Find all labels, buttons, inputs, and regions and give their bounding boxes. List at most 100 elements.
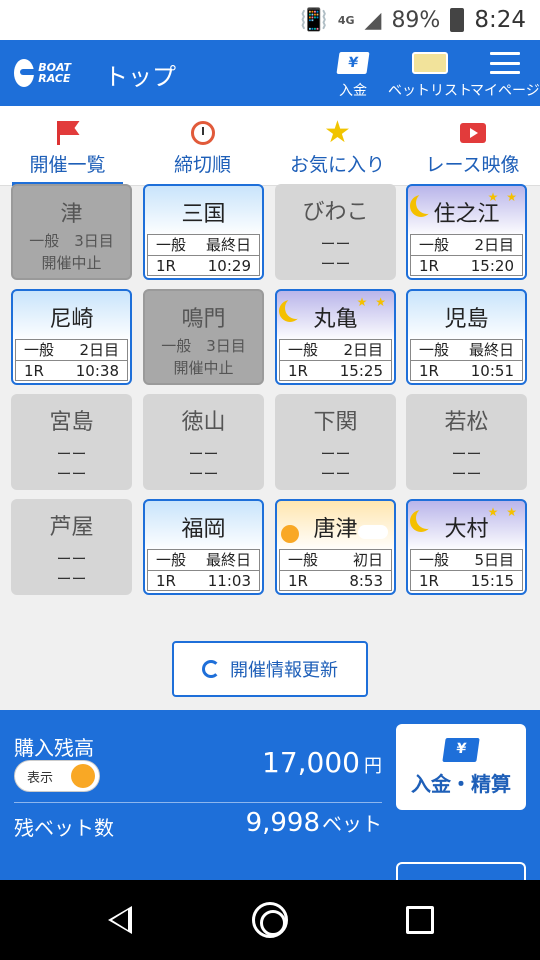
back-icon[interactable] bbox=[108, 906, 132, 934]
venue-dash: ーー bbox=[188, 445, 219, 463]
venue-info: 一般 最終日 1R 11:03 bbox=[147, 549, 260, 591]
venue-no-race: ーー ーー bbox=[11, 444, 132, 484]
venue-no-race: ーー ーー bbox=[11, 549, 132, 589]
venue-name: 宮島 bbox=[49, 410, 94, 435]
bet-list-icon bbox=[412, 52, 448, 74]
venue-dash: ーー bbox=[56, 550, 87, 568]
venue-info: 一般 2日目 1R 15:25 bbox=[279, 339, 392, 381]
venue-race: 1R bbox=[24, 362, 44, 380]
venue-name: 児島 bbox=[444, 307, 489, 332]
venue-day: 5日目 bbox=[474, 551, 514, 569]
tab-bar: 開催一覧 締切順 ★ お気に入り レース映像 bbox=[0, 106, 540, 186]
venue-day: 最終日 bbox=[205, 236, 251, 254]
refresh-info-button[interactable]: 開催情報更新 bbox=[172, 641, 368, 697]
venue-card[interactable]: 津一般 3日目 開催中止 bbox=[11, 184, 132, 280]
venue-no-race: ーー ーー bbox=[406, 444, 527, 484]
venue-card[interactable]: ★ ★ 大村 一般 5日目 1R 15:15 bbox=[406, 499, 527, 595]
venue-status: 一般 3日目 開催中止 bbox=[13, 230, 130, 274]
tab-schedule[interactable]: 開催一覧 bbox=[0, 106, 135, 186]
vibrate-icon: 📳 bbox=[300, 7, 328, 33]
venue-name: 津 bbox=[60, 202, 83, 227]
venue-name: 若松 bbox=[444, 410, 489, 435]
video-icon bbox=[459, 123, 486, 143]
venue-time: 10:38 bbox=[75, 362, 119, 380]
balance-label: 購入残高 bbox=[14, 736, 94, 760]
balance-value: 17,000 bbox=[262, 746, 360, 779]
clock: 8:24 bbox=[474, 7, 526, 33]
venue-time: 8:53 bbox=[349, 572, 383, 590]
venue-day: 最終日 bbox=[468, 341, 514, 359]
alarm-clock-icon bbox=[190, 121, 215, 145]
venue-day: 3日目 bbox=[74, 232, 114, 250]
venue-dash: ーー bbox=[320, 465, 351, 483]
bets-unit: ベット bbox=[322, 812, 382, 836]
tab-favorites[interactable]: ★ お気に入り bbox=[270, 106, 405, 186]
venue-grade: 一般 bbox=[161, 337, 192, 355]
venue-grade: 一般 bbox=[24, 341, 55, 359]
venue-name: 福岡 bbox=[181, 517, 226, 542]
page-title: トップ bbox=[104, 63, 176, 91]
venue-info: 一般 最終日 1R 10:51 bbox=[410, 339, 523, 381]
venue-race: 1R bbox=[419, 362, 439, 380]
venue-note: 開催中止 bbox=[41, 254, 102, 272]
venue-time: 15:20 bbox=[470, 257, 514, 275]
star-icon: ★ bbox=[324, 115, 351, 150]
venue-race: 1R bbox=[288, 362, 308, 380]
panel-divider bbox=[14, 802, 382, 803]
boatrace-logo[interactable]: BOAT RACE bbox=[14, 58, 88, 88]
venue-card[interactable]: 児島 一般 最終日 1R 10:51 bbox=[406, 289, 527, 385]
venue-no-race: ーー ーー bbox=[275, 444, 396, 484]
venue-card[interactable]: 唐津 一般 初日 1R 8:53 bbox=[275, 499, 396, 595]
venue-card: 下関 ーー ーー bbox=[275, 394, 396, 490]
menu-icon bbox=[489, 52, 520, 74]
venue-card[interactable]: 鳴門 一般 3日目 開催中止 bbox=[143, 289, 264, 385]
venue-name: 丸亀 bbox=[313, 307, 358, 332]
tab-race-video[interactable]: レース映像 bbox=[405, 106, 540, 186]
tab-label: 締切順 bbox=[173, 154, 231, 176]
balance-amount: 17,000 円 bbox=[262, 746, 382, 779]
venue-name: 芦屋 bbox=[49, 515, 94, 540]
venue-card[interactable]: 福岡一般 最終日 1R 11:03 bbox=[143, 499, 264, 595]
venue-dash: ーー bbox=[56, 445, 87, 463]
venue-card[interactable]: ★ ★ 丸亀 一般 2日目 1R 15:25 bbox=[275, 289, 396, 385]
venue-day: 初日 bbox=[352, 551, 383, 569]
venue-grade: 一般 bbox=[156, 551, 187, 569]
tab-deadline[interactable]: 締切順 bbox=[135, 106, 270, 186]
venue-info: 一般 最終日 1R 10:29 bbox=[147, 234, 260, 276]
mypage-action[interactable]: マイページ bbox=[470, 48, 540, 100]
venue-name: 三国 bbox=[181, 202, 226, 227]
toggle-knob bbox=[71, 764, 95, 788]
bet-list-action[interactable]: ベットリスト bbox=[388, 48, 472, 100]
venue-race: 1R bbox=[419, 572, 439, 590]
mypage-action-label: マイページ bbox=[470, 83, 540, 99]
venue-card[interactable]: 三国一般 最終日 1R 10:29 bbox=[143, 184, 264, 280]
yen-ticket-icon: ¥ bbox=[336, 52, 370, 74]
deposit-action[interactable]: ¥ 入金 bbox=[336, 48, 370, 100]
venue-grade: 一般 bbox=[156, 236, 187, 254]
venue-dash: ーー bbox=[320, 445, 351, 463]
venue-grade: 一般 bbox=[288, 551, 319, 569]
venue-dash: ーー bbox=[56, 465, 87, 483]
signal-label: 4G bbox=[337, 13, 355, 27]
venue-card[interactable]: ★ ★ 住之江 一般 2日目 1R 15:20 bbox=[406, 184, 527, 280]
bets-label: 残ベット数 bbox=[14, 816, 114, 840]
venue-time: 10:29 bbox=[207, 257, 251, 275]
venue-race: 1R bbox=[156, 572, 176, 590]
venue-name: 徳山 bbox=[181, 410, 226, 435]
balance-visibility-toggle[interactable]: 表示 bbox=[14, 760, 100, 792]
venue-race: 1R bbox=[156, 257, 176, 275]
recent-apps-icon[interactable] bbox=[406, 906, 434, 934]
logo-text: BOAT RACE bbox=[38, 61, 71, 85]
system-nav-bar bbox=[0, 880, 540, 960]
deposit-action-label: 入金 bbox=[339, 83, 367, 99]
deposit-settle-label: 入金・精算 bbox=[411, 771, 511, 796]
venue-card: 宮島 ーー ーー bbox=[11, 394, 132, 490]
home-icon[interactable] bbox=[252, 902, 288, 938]
balance-panel: 購入残高 表示 17,000 円 残ベット数 9,998 ベット ¥ 入金・精算 bbox=[0, 710, 540, 902]
battery-icon bbox=[450, 8, 465, 32]
venue-race: 1R bbox=[419, 257, 439, 275]
deposit-settle-button[interactable]: ¥ 入金・精算 bbox=[396, 724, 526, 810]
venue-name: 唐津 bbox=[313, 517, 358, 542]
venue-time: 15:25 bbox=[339, 362, 383, 380]
venue-card[interactable]: 尼崎 一般 2日目 1R 10:38 bbox=[11, 289, 132, 385]
